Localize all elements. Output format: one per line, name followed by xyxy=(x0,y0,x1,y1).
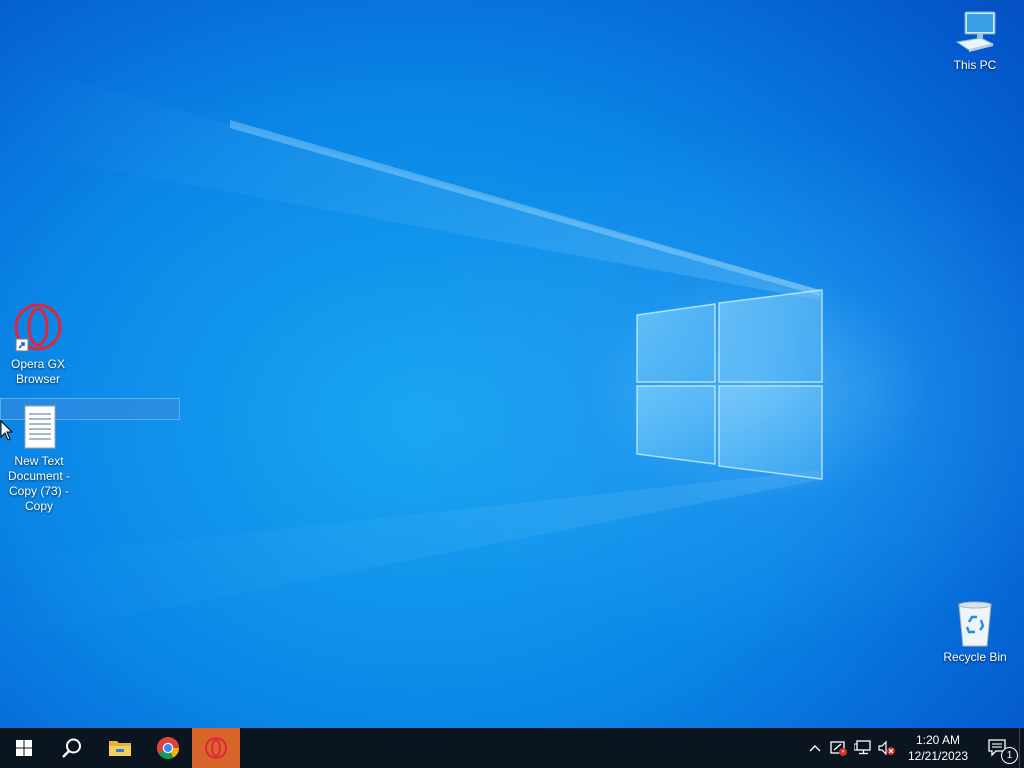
chrome-icon xyxy=(157,737,179,759)
chevron-up-icon xyxy=(809,745,821,752)
recycle-bin-label: Recycle Bin xyxy=(943,650,1007,664)
security-alert-icon xyxy=(830,741,847,756)
clock-date: 12/21/2023 xyxy=(907,749,969,763)
recycle-bin-icon xyxy=(953,600,997,648)
clock[interactable]: 1:20 AM 12/21/2023 xyxy=(903,732,973,764)
desktop[interactable]: This PC Opera GX Browser New Text Docume… xyxy=(0,0,1024,728)
file-explorer-button[interactable] xyxy=(96,728,144,768)
recycle-bin-desktop-icon[interactable]: Recycle Bin xyxy=(937,600,1013,665)
show-hidden-icons-button[interactable] xyxy=(803,728,827,768)
opera-gx-desktop-icon[interactable]: Opera GX Browser xyxy=(0,303,76,387)
text-document-label: New Text Document - Copy (73) - Copy xyxy=(7,454,71,513)
folder-icon xyxy=(109,741,131,756)
chrome-button[interactable] xyxy=(144,728,192,768)
text-file-icon xyxy=(19,404,59,452)
opera-gx-icon xyxy=(12,303,64,355)
volume-muted-icon xyxy=(878,740,895,756)
this-pc-desktop-icon[interactable]: This PC xyxy=(937,8,1013,73)
opera-gx-icon xyxy=(205,737,227,759)
network-tray-button[interactable] xyxy=(851,728,875,768)
notification-count-badge: 1 xyxy=(1001,747,1018,764)
this-pc-label: This PC xyxy=(953,58,997,72)
security-tray-button[interactable] xyxy=(827,728,851,768)
start-button[interactable] xyxy=(0,728,48,768)
opera-gx-taskbar-button[interactable] xyxy=(192,728,240,768)
wallpaper-windows-logo xyxy=(0,60,823,640)
clock-time: 1:20 AM xyxy=(915,733,961,747)
opera-gx-label: Opera GX Browser xyxy=(10,357,66,386)
network-icon xyxy=(854,740,871,755)
computer-icon xyxy=(951,8,999,56)
search-icon xyxy=(62,738,81,758)
show-desktop-button[interactable] xyxy=(1019,728,1024,768)
taskbar: 1:20 AM 12/21/2023 1 xyxy=(0,728,1024,768)
windows-logo-icon xyxy=(16,740,32,756)
search-button[interactable] xyxy=(48,728,96,768)
system-tray: 1:20 AM 12/21/2023 1 xyxy=(803,728,1024,768)
volume-tray-button[interactable] xyxy=(875,728,899,768)
mouse-pointer-icon xyxy=(0,420,14,441)
action-center-button[interactable]: 1 xyxy=(979,728,1019,768)
